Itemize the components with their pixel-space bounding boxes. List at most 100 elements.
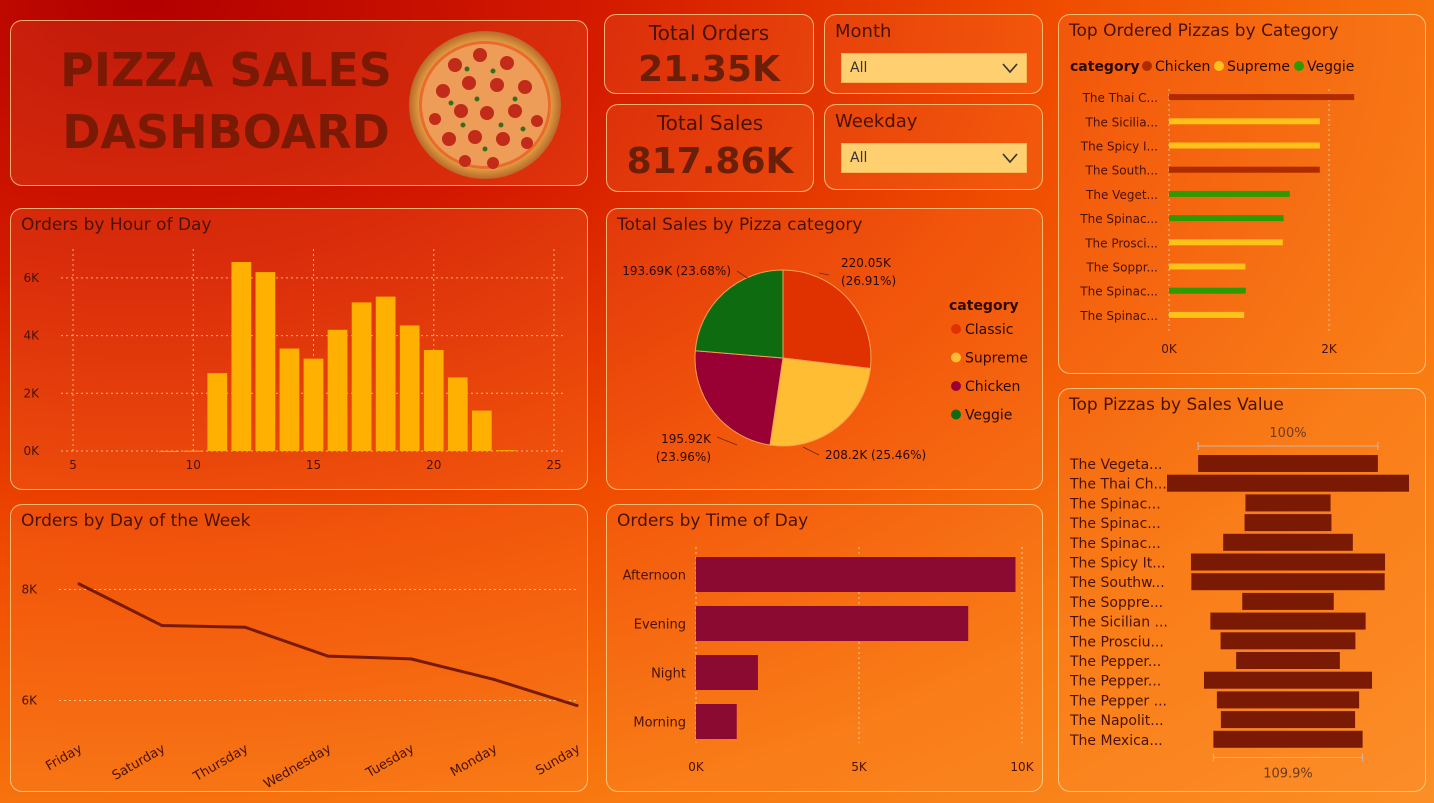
title-card: PIZZA SALES DASHBOARD xyxy=(10,20,588,186)
legend-label: Supreme xyxy=(965,351,1028,367)
x-tick-label: 5K xyxy=(851,760,868,774)
data-label: 193.69K (23.68%) xyxy=(622,264,731,278)
leader-line xyxy=(802,446,820,456)
bar xyxy=(327,329,348,451)
orders-by-time-chart: 0K 5K 10K Afternoon Evening Night Morning xyxy=(623,547,1035,774)
legend-marker xyxy=(1142,61,1152,71)
legend-marker xyxy=(951,324,961,334)
y-tick-label: Morning xyxy=(633,716,686,731)
chevron-down-icon xyxy=(1002,63,1018,74)
weekday-slicer-card: Weekday All xyxy=(824,104,1043,190)
top-percent-label: 100% xyxy=(1269,426,1306,441)
y-tick-label: The Spinac... xyxy=(1069,496,1161,512)
legend-marker xyxy=(951,409,961,420)
y-tick-label: The Spicy I... xyxy=(1080,140,1158,154)
legend-title: category xyxy=(1070,59,1140,75)
funnel-bar xyxy=(1213,730,1363,748)
y-tick-label: 6K xyxy=(23,271,40,285)
month-dropdown[interactable]: All xyxy=(841,53,1027,83)
bar xyxy=(255,272,276,451)
data-point xyxy=(492,677,496,681)
dashboard-title: PIZZA SALES DASHBOARD xyxy=(60,43,392,159)
x-tick-label: 25 xyxy=(546,458,561,472)
bar xyxy=(423,350,444,451)
y-tick-label: The Mexica... xyxy=(1069,733,1163,749)
top-sales-chart: 100% The Vegeta... The Thai Ch... The Spina… xyxy=(1069,426,1409,782)
legend-label: Supreme xyxy=(1227,59,1290,75)
y-tick-label: Evening xyxy=(634,618,686,633)
x-tick-label: Saturday xyxy=(110,741,168,783)
legend-marker xyxy=(1214,61,1224,71)
y-tick-label: 2K xyxy=(23,386,40,400)
legend-label: Veggie xyxy=(1307,59,1354,75)
leader-line xyxy=(736,270,750,280)
bar xyxy=(496,450,516,452)
y-tick-label: The Spinac... xyxy=(1079,309,1158,323)
legend-label: Chicken xyxy=(1155,59,1210,75)
bottom-percent-label: 109.9% xyxy=(1263,767,1313,782)
x-tick-label: Sunday xyxy=(533,741,583,778)
bar xyxy=(471,410,492,451)
orders-by-hour-card: Orders by Hour of Day 0K 2K 4K 6K 5 10 15 20 25 xyxy=(10,208,588,490)
y-tick-label: Afternoon xyxy=(623,569,686,584)
funnel-bar xyxy=(1191,573,1385,591)
data-label: (23.96%) xyxy=(656,450,711,464)
bar xyxy=(696,557,1016,592)
leader-line xyxy=(716,436,738,446)
bar xyxy=(303,358,324,451)
bar xyxy=(447,377,468,451)
y-tick-label: The Southw... xyxy=(1069,575,1165,591)
bar xyxy=(279,348,300,451)
orders-by-weekday-card: Orders by Day of the Week 6K 8K Friday Satu… xyxy=(10,504,588,792)
bar xyxy=(231,261,252,451)
data-point xyxy=(575,704,579,708)
bar xyxy=(696,655,758,690)
funnel-bar xyxy=(1236,652,1340,669)
bar xyxy=(1169,166,1320,173)
x-tick-label: 10K xyxy=(1010,760,1034,774)
legend-marker xyxy=(951,381,961,391)
funnel-bar xyxy=(1198,455,1378,472)
bar xyxy=(159,450,180,452)
y-tick-label: The Napolit... xyxy=(1069,713,1164,729)
y-tick-label: 8K xyxy=(21,582,38,596)
data-point xyxy=(77,582,81,586)
data-label: 220.05K xyxy=(841,256,892,270)
x-tick-label: 2K xyxy=(1321,342,1338,356)
top-sales-card: Top Pizzas by Sales Value 100% The Vegeta… xyxy=(1058,388,1426,792)
y-tick-label: The Soppr... xyxy=(1085,261,1158,275)
x-tick-label: 5 xyxy=(69,458,77,472)
funnel-bar xyxy=(1220,632,1356,650)
funnel-bar xyxy=(1223,533,1353,551)
weekday-dropdown[interactable]: All xyxy=(841,143,1027,173)
sales-by-category-card: Total Sales by Pizza category 220.05K (26… xyxy=(606,208,1043,490)
bar xyxy=(1169,287,1246,294)
x-tick-label: 10 xyxy=(186,458,201,472)
bar xyxy=(1169,311,1245,318)
y-tick-label: The Pepper... xyxy=(1069,654,1161,670)
y-tick-label: The Spinac... xyxy=(1069,516,1161,532)
legend-marker xyxy=(951,352,961,363)
bar xyxy=(1169,142,1320,149)
funnel-bar xyxy=(1167,474,1409,492)
total-orders-value: 21.35K xyxy=(638,49,780,90)
total-orders-card: Total Orders 21.35K xyxy=(604,14,814,94)
x-tick-label: 0K xyxy=(1161,342,1178,356)
weekday-dropdown-value: All xyxy=(850,150,868,166)
total-sales-value: 817.86K xyxy=(626,141,794,182)
funnel-bar xyxy=(1210,612,1366,630)
pizza-image xyxy=(409,31,561,179)
orders-by-weekday-chart: 6K 8K Friday Saturday Thursday Wednesday Tuesd… xyxy=(21,582,583,792)
bar xyxy=(1169,190,1290,197)
x-tick-label: 20 xyxy=(426,458,441,472)
month-slicer-card: Month All xyxy=(824,14,1043,94)
total-sales-card: Total Sales 817.86K xyxy=(606,104,814,192)
month-dropdown-value: All xyxy=(850,60,868,76)
funnel-bar xyxy=(1203,671,1373,689)
y-tick-label: The South... xyxy=(1085,164,1158,178)
y-tick-label: The Thai Ch... xyxy=(1069,477,1167,493)
y-tick-label: The Soppre... xyxy=(1069,595,1163,611)
x-tick-label: Wednesday xyxy=(261,741,334,792)
bar xyxy=(351,302,372,451)
y-tick-label: The Spinac... xyxy=(1069,536,1161,552)
